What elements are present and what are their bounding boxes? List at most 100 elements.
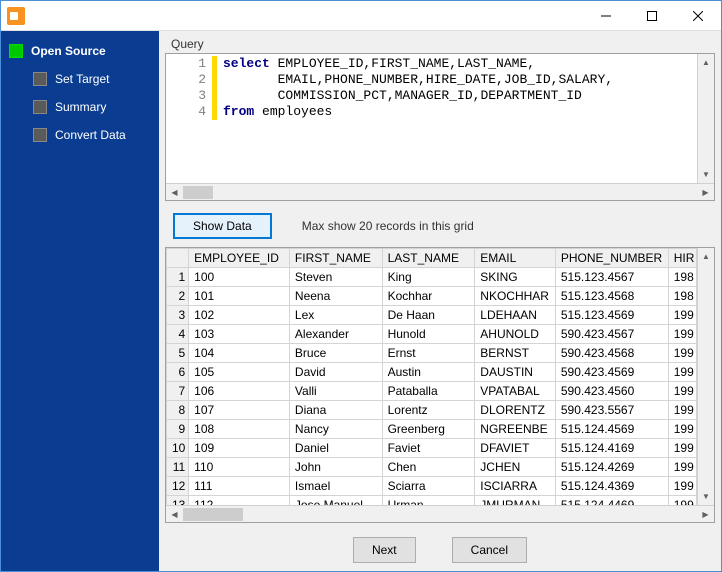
column-header[interactable]: LAST_NAME — [382, 249, 475, 268]
cell[interactable]: 199 — [668, 344, 696, 363]
cell[interactable]: 199 — [668, 382, 696, 401]
cell[interactable]: 515.123.4569 — [555, 306, 668, 325]
table-row[interactable]: 5104BruceErnstBERNST590.423.4568199 — [167, 344, 697, 363]
table-row[interactable]: 4103AlexanderHunoldAHUNOLD590.423.456719… — [167, 325, 697, 344]
cell[interactable]: 515.123.4568 — [555, 287, 668, 306]
row-number[interactable]: 8 — [167, 401, 189, 420]
cell[interactable]: SKING — [475, 268, 556, 287]
cell[interactable]: David — [289, 363, 382, 382]
cell[interactable]: 590.423.4567 — [555, 325, 668, 344]
table-row[interactable]: 8107DianaLorentzDLORENTZ590.423.5567199 — [167, 401, 697, 420]
cell[interactable]: JMURMAN — [475, 496, 556, 506]
cell[interactable]: AHUNOLD — [475, 325, 556, 344]
cell[interactable]: Nancy — [289, 420, 382, 439]
scroll-up-icon[interactable]: ▲ — [698, 248, 715, 265]
cell[interactable]: 106 — [189, 382, 290, 401]
cell[interactable]: BERNST — [475, 344, 556, 363]
column-header[interactable]: FIRST_NAME — [289, 249, 382, 268]
scroll-right-icon[interactable]: ▶ — [697, 506, 714, 523]
cell[interactable]: 198 — [668, 268, 696, 287]
cell[interactable]: Bruce — [289, 344, 382, 363]
row-header-corner[interactable] — [167, 249, 189, 268]
cell[interactable]: 103 — [189, 325, 290, 344]
cell[interactable]: 102 — [189, 306, 290, 325]
cell[interactable]: Hunold — [382, 325, 475, 344]
cell[interactable]: NKOCHHAR — [475, 287, 556, 306]
nav-set-target[interactable]: Set Target — [5, 67, 155, 91]
row-number[interactable]: 11 — [167, 458, 189, 477]
cell[interactable]: 109 — [189, 439, 290, 458]
cell[interactable]: Jose Manuel — [289, 496, 382, 506]
cell[interactable]: ISCIARRA — [475, 477, 556, 496]
code-area[interactable]: select EMPLOYEE_ID,FIRST_NAME,LAST_NAME,… — [217, 54, 697, 183]
cell[interactable]: Alexander — [289, 325, 382, 344]
column-header[interactable]: EMAIL — [475, 249, 556, 268]
cell[interactable]: Greenberg — [382, 420, 475, 439]
cell[interactable]: 199 — [668, 496, 696, 506]
minimize-button[interactable] — [583, 1, 629, 31]
cell[interactable]: 100 — [189, 268, 290, 287]
scroll-thumb[interactable] — [183, 186, 213, 199]
cell[interactable]: King — [382, 268, 475, 287]
cell[interactable]: Pataballa — [382, 382, 475, 401]
table-row[interactable]: 3102LexDe HaanLDEHAAN515.123.4569199 — [167, 306, 697, 325]
cell[interactable]: DAUSTIN — [475, 363, 556, 382]
cell[interactable]: Neena — [289, 287, 382, 306]
cell[interactable]: 101 — [189, 287, 290, 306]
row-number[interactable]: 7 — [167, 382, 189, 401]
grid-horizontal-scrollbar[interactable]: ◀ ▶ — [166, 505, 714, 522]
cell[interactable]: DLORENTZ — [475, 401, 556, 420]
nav-summary[interactable]: Summary — [5, 95, 155, 119]
cell[interactable]: Kochhar — [382, 287, 475, 306]
cell[interactable]: 111 — [189, 477, 290, 496]
table-row[interactable]: 10109DanielFavietDFAVIET515.124.4169199 — [167, 439, 697, 458]
query-editor[interactable]: 1 2 3 4 select EMPLOYEE_ID,FIRST_NAME,LA… — [165, 53, 715, 201]
cell[interactable]: 590.423.5567 — [555, 401, 668, 420]
cell[interactable]: 515.124.4569 — [555, 420, 668, 439]
cell[interactable]: 515.124.4169 — [555, 439, 668, 458]
cell[interactable]: 590.423.4568 — [555, 344, 668, 363]
cell[interactable]: 515.123.4567 — [555, 268, 668, 287]
nav-convert-data[interactable]: Convert Data — [5, 123, 155, 147]
cell[interactable]: Austin — [382, 363, 475, 382]
cell[interactable]: 105 — [189, 363, 290, 382]
cell[interactable]: De Haan — [382, 306, 475, 325]
row-number[interactable]: 12 — [167, 477, 189, 496]
row-number[interactable]: 10 — [167, 439, 189, 458]
table-row[interactable]: 7106ValliPataballaVPATABAL590.423.456019… — [167, 382, 697, 401]
table-row[interactable]: 1100StevenKingSKING515.123.4567198 — [167, 268, 697, 287]
scroll-left-icon[interactable]: ◀ — [166, 506, 183, 523]
cell[interactable]: LDEHAAN — [475, 306, 556, 325]
cell[interactable]: 199 — [668, 401, 696, 420]
table-row[interactable]: 12111IsmaelSciarraISCIARRA515.124.436919… — [167, 477, 697, 496]
cell[interactable]: 108 — [189, 420, 290, 439]
cell[interactable]: 198 — [668, 287, 696, 306]
scroll-up-icon[interactable]: ▲ — [698, 54, 715, 71]
row-number[interactable]: 6 — [167, 363, 189, 382]
cell[interactable]: 199 — [668, 439, 696, 458]
cell[interactable]: JCHEN — [475, 458, 556, 477]
cell[interactable]: 199 — [668, 420, 696, 439]
table-row[interactable]: 11110JohnChenJCHEN515.124.4269199 — [167, 458, 697, 477]
cell[interactable]: Daniel — [289, 439, 382, 458]
scroll-right-icon[interactable]: ▶ — [697, 184, 714, 201]
cell[interactable]: 199 — [668, 363, 696, 382]
data-table[interactable]: EMPLOYEE_ID FIRST_NAME LAST_NAME EMAIL P… — [166, 248, 697, 505]
nav-open-source[interactable]: Open Source — [5, 39, 155, 63]
table-row[interactable]: 6105DavidAustinDAUSTIN590.423.4569199 — [167, 363, 697, 382]
cell[interactable]: Faviet — [382, 439, 475, 458]
cell[interactable]: Ernst — [382, 344, 475, 363]
cell[interactable]: NGREENBE — [475, 420, 556, 439]
cell[interactable]: 110 — [189, 458, 290, 477]
editor-horizontal-scrollbar[interactable]: ◀ ▶ — [166, 183, 714, 200]
cell[interactable]: 515.124.4369 — [555, 477, 668, 496]
cancel-button[interactable]: Cancel — [452, 537, 527, 563]
maximize-button[interactable] — [629, 1, 675, 31]
cell[interactable]: Lex — [289, 306, 382, 325]
cell[interactable]: Steven — [289, 268, 382, 287]
close-button[interactable] — [675, 1, 721, 31]
cell[interactable]: 112 — [189, 496, 290, 506]
column-header[interactable]: EMPLOYEE_ID — [189, 249, 290, 268]
cell[interactable]: 199 — [668, 306, 696, 325]
cell[interactable]: 590.423.4560 — [555, 382, 668, 401]
